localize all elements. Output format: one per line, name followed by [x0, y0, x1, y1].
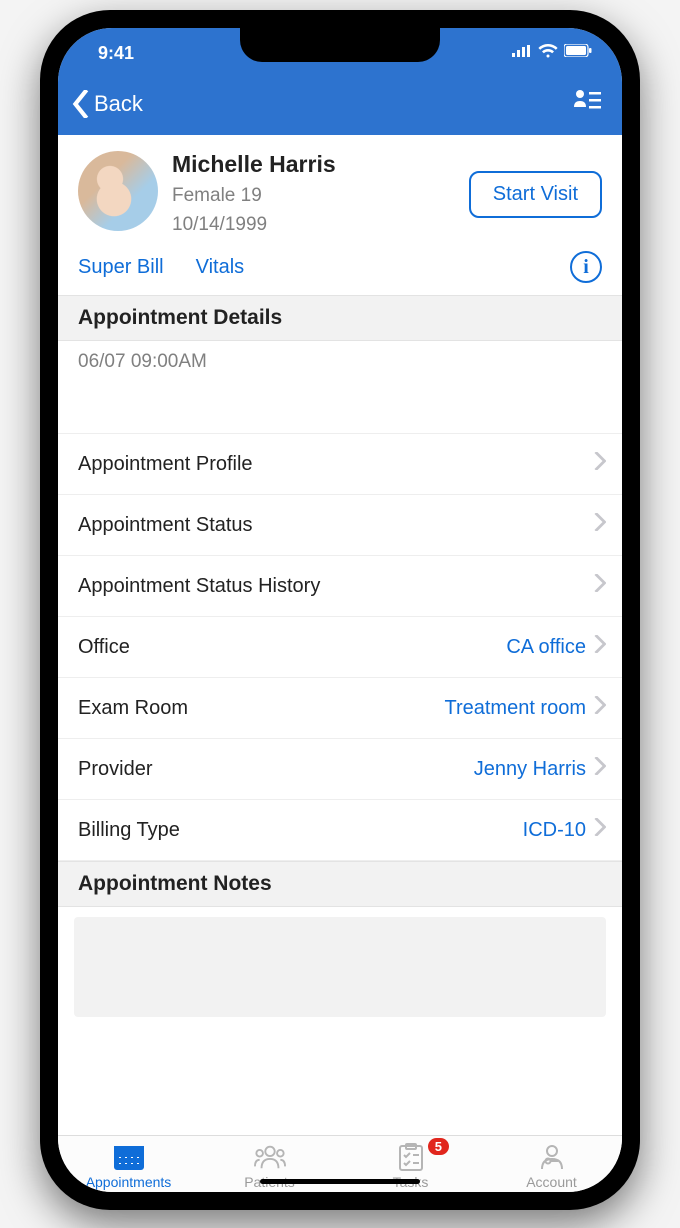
row-appointment-status-history[interactable]: Appointment Status History [58, 556, 622, 617]
patient-dob: 10/14/1999 [172, 211, 455, 240]
patients-icon [253, 1142, 287, 1172]
row-label: Appointment Status [78, 514, 586, 537]
appointment-notes-header: Appointment Notes [58, 861, 622, 907]
row-value: CA office [506, 636, 586, 659]
appointment-notes-input[interactable] [74, 917, 606, 1017]
row-exam-room[interactable]: Exam Room Treatment room [58, 678, 622, 739]
appointment-datetime: 06/07 09:00AM [58, 341, 622, 434]
start-visit-button[interactable]: Start Visit [469, 171, 602, 218]
profile-menu-icon [572, 88, 602, 114]
battery-icon [564, 44, 592, 62]
chevron-right-icon [594, 452, 606, 476]
info-icon[interactable]: i [570, 251, 602, 283]
profile-menu-button[interactable] [572, 88, 602, 119]
patient-card: Michelle Harris Female 19 10/14/1999 Sta… [58, 135, 622, 247]
tab-label: Appointments [86, 1174, 172, 1190]
status-right [512, 44, 592, 63]
row-label: Appointment Status History [78, 575, 586, 598]
row-label: Exam Room [78, 697, 444, 720]
account-icon [535, 1142, 569, 1172]
phone-frame: 9:41 Back [40, 10, 640, 1210]
home-indicator[interactable] [260, 1179, 420, 1184]
calendar-icon [112, 1142, 146, 1172]
row-appointment-profile[interactable]: Appointment Profile [58, 434, 622, 495]
tab-label: Account [526, 1174, 577, 1190]
chevron-right-icon [594, 635, 606, 659]
row-label: Provider [78, 758, 474, 781]
status-time: 9:41 [98, 43, 134, 64]
signal-icon [512, 44, 532, 62]
row-value: Treatment room [444, 697, 586, 720]
patient-gender-age: Female 19 [172, 182, 455, 211]
row-value: Jenny Harris [474, 758, 586, 781]
tasks-badge: 5 [428, 1138, 449, 1155]
tab-appointments[interactable]: Appointments [58, 1142, 199, 1190]
row-label: Billing Type [78, 819, 523, 842]
row-label: Office [78, 636, 506, 659]
vitals-link[interactable]: Vitals [196, 256, 245, 279]
back-button[interactable]: Back [70, 90, 143, 118]
content: Michelle Harris Female 19 10/14/1999 Sta… [58, 135, 622, 1135]
link-row: Super Bill Vitals i [58, 247, 622, 295]
chevron-right-icon [594, 574, 606, 598]
row-office[interactable]: Office CA office [58, 617, 622, 678]
row-provider[interactable]: Provider Jenny Harris [58, 739, 622, 800]
wifi-icon [538, 44, 558, 63]
appointment-details-header: Appointment Details [58, 295, 622, 341]
patient-name: Michelle Harris [172, 151, 455, 178]
tasks-icon [394, 1142, 428, 1172]
chevron-left-icon [70, 90, 92, 118]
screen: 9:41 Back [58, 28, 622, 1192]
chevron-right-icon [594, 513, 606, 537]
chevron-right-icon [594, 818, 606, 842]
patient-info: Michelle Harris Female 19 10/14/1999 [172, 151, 455, 239]
avatar[interactable] [78, 151, 158, 231]
status-bar: 9:41 [58, 28, 622, 78]
row-label: Appointment Profile [78, 453, 586, 476]
chevron-right-icon [594, 696, 606, 720]
row-value: ICD-10 [523, 819, 586, 842]
tab-account[interactable]: Account [481, 1142, 622, 1190]
chevron-right-icon [594, 757, 606, 781]
navbar: Back [58, 78, 622, 135]
back-label: Back [94, 91, 143, 117]
row-appointment-status[interactable]: Appointment Status [58, 495, 622, 556]
super-bill-link[interactable]: Super Bill [78, 256, 164, 279]
row-billing-type[interactable]: Billing Type ICD-10 [58, 800, 622, 861]
